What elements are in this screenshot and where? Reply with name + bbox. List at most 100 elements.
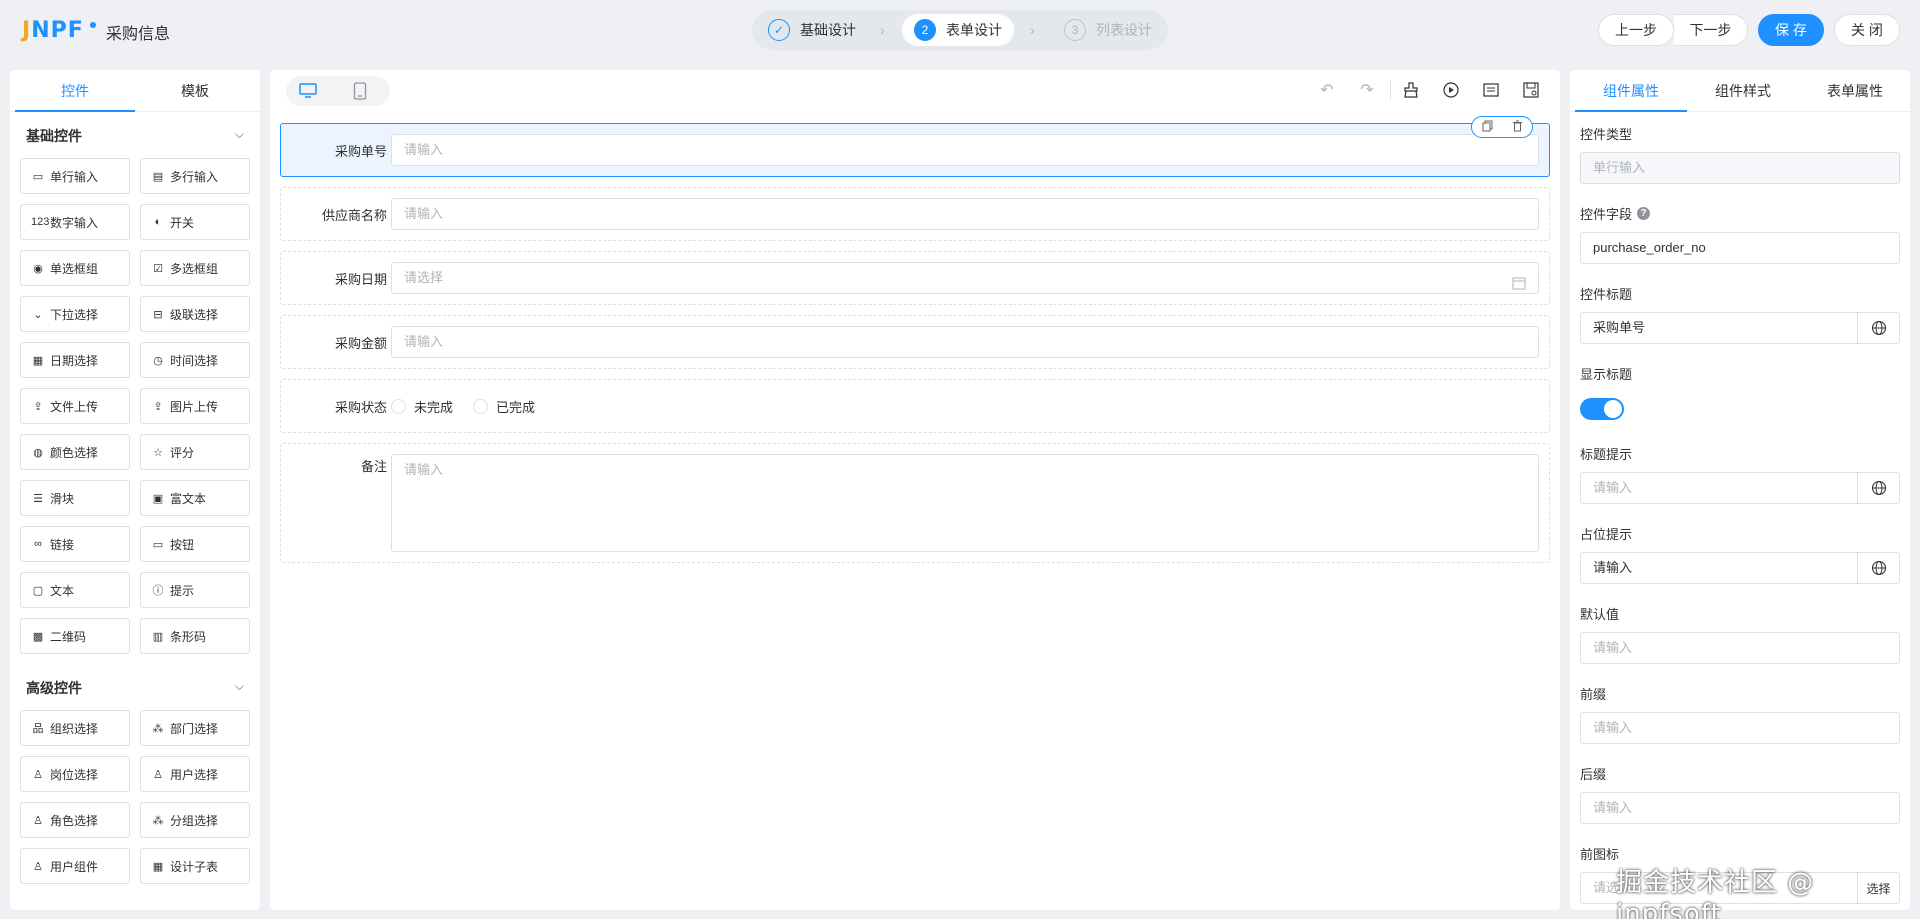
date-picker[interactable]: 请选择 — [391, 262, 1539, 294]
globe-icon[interactable] — [1858, 312, 1900, 344]
component-item-角色选择[interactable]: ♙ 角色选择 — [20, 802, 130, 838]
component-icon: ∞ — [34, 538, 42, 550]
component-item-开关[interactable]: ◐ 开关 — [140, 204, 250, 240]
desktop-icon[interactable] — [298, 81, 318, 101]
property-panel: 组件属性 组件样式 表单属性 控件类型 单行输入 控件字段? purchase_… — [1570, 70, 1910, 910]
component-item-时间选择[interactable]: ◷ 时间选择 — [140, 342, 250, 378]
component-item-级联选择[interactable]: ⊟ 级联选择 — [140, 296, 250, 332]
component-item-分组选择[interactable]: ⁂ 分组选择 — [140, 802, 250, 838]
step-basic-design[interactable]: ✓ 基础设计 — [756, 14, 868, 46]
component-icon: ▭ — [32, 170, 44, 183]
step-list-design[interactable]: 3 列表设计 — [1052, 14, 1164, 46]
component-label: 图片上传 — [170, 399, 219, 414]
placeholder-input[interactable]: 请输入 — [1580, 552, 1858, 584]
component-item-评分[interactable]: ☆ 评分 — [140, 434, 250, 470]
globe-icon[interactable] — [1858, 552, 1900, 584]
component-item-下拉选择[interactable]: ⌄ 下拉选择 — [20, 296, 130, 332]
form-row[interactable]: 备注 请输入 — [280, 443, 1550, 563]
component-item-文本[interactable]: ▢ 文本 — [20, 572, 130, 608]
form-row[interactable]: 供应商名称 请输入 — [280, 187, 1550, 241]
copy-icon[interactable] — [1482, 120, 1493, 135]
json-icon[interactable] — [1481, 80, 1501, 100]
title-input[interactable]: 采购单号 — [1580, 312, 1858, 344]
component-label: 分组选择 — [170, 813, 219, 828]
component-icon: ▦ — [152, 860, 164, 873]
clear-icon[interactable] — [1401, 80, 1421, 100]
component-item-数字输入[interactable]: 123 数字输入 — [20, 204, 130, 240]
component-item-按钮[interactable]: ▭ 按钮 — [140, 526, 250, 562]
form-row-label: 采购单号 — [334, 144, 387, 159]
component-item-用户组件[interactable]: ♙ 用户组件 — [20, 848, 130, 884]
component-icon: ▦ — [32, 354, 44, 367]
chevron-down-icon[interactable]: ⌵ — [235, 127, 244, 142]
type-label: 控件类型 — [1580, 127, 1633, 142]
basic-group-title: 基础控件 — [26, 128, 82, 144]
show-title-switch[interactable] — [1580, 398, 1624, 420]
tab-component-props[interactable]: 组件属性 — [1575, 70, 1687, 112]
device-toggle — [286, 76, 390, 106]
tab-templates[interactable]: 模板 — [135, 70, 255, 112]
component-label: 多选框组 — [170, 261, 219, 276]
title-tip-input[interactable]: 请输入 — [1580, 472, 1858, 504]
default-input[interactable]: 请输入 — [1580, 632, 1900, 664]
textarea-field[interactable]: 请输入 — [391, 454, 1539, 552]
preview-icon[interactable] — [1441, 80, 1461, 100]
radio-circle — [391, 399, 406, 414]
component-item-提示[interactable]: ⓘ 提示 — [140, 572, 250, 608]
component-item-颜色选择[interactable]: ◍ 颜色选择 — [20, 434, 130, 470]
component-icon: ☆ — [153, 446, 163, 459]
component-item-单选框组[interactable]: ◉ 单选框组 — [20, 250, 130, 286]
component-item-富文本[interactable]: ▣ 富文本 — [140, 480, 250, 516]
redo-icon[interactable]: ↷ — [1357, 80, 1377, 100]
placeholder-text: 请输入 — [404, 334, 444, 349]
component-item-条形码[interactable]: ▥ 条形码 — [140, 618, 250, 654]
prefix-icon-label: 前图标 — [1580, 847, 1620, 862]
prefix-input[interactable]: 请输入 — [1580, 712, 1900, 744]
component-item-多选框组[interactable]: ☑ 多选框组 — [140, 250, 250, 286]
component-item-日期选择[interactable]: ▦ 日期选择 — [20, 342, 130, 378]
text-field[interactable]: 请输入 — [391, 326, 1539, 358]
radio-option[interactable]: 未完成 — [391, 397, 453, 416]
component-item-二维码[interactable]: ▩ 二维码 — [20, 618, 130, 654]
component-item-文件上传[interactable]: ⇪ 文件上传 — [20, 388, 130, 424]
tab-form-props[interactable]: 表单属性 — [1799, 70, 1910, 112]
field-input[interactable]: purchase_order_no — [1580, 232, 1900, 264]
form-row[interactable]: 采购单号 请输入 — [280, 116, 1550, 177]
save-button[interactable]: 保 存 — [1758, 14, 1824, 46]
component-icon: ⌄ — [33, 308, 43, 321]
component-item-用户选择[interactable]: ♙ 用户选择 — [140, 756, 250, 792]
component-item-岗位选择[interactable]: ♙ 岗位选择 — [20, 756, 130, 792]
step-form-design[interactable]: 2 表单设计 — [902, 14, 1014, 46]
component-item-设计子表[interactable]: ▦ 设计子表 — [140, 848, 250, 884]
placeholder-text: 请选择 — [404, 270, 444, 285]
component-item-单行输入[interactable]: ▭ 单行输入 — [20, 158, 130, 194]
advanced-group-title: 高级控件 — [26, 680, 82, 696]
text-field[interactable]: 请输入 — [391, 198, 1539, 230]
form-row[interactable]: 采购金额 请输入 — [280, 315, 1550, 369]
component-item-链接[interactable]: ∞ 链接 — [20, 526, 130, 562]
undo-icon[interactable]: ↶ — [1317, 80, 1337, 100]
form-row[interactable]: 采购日期 请选择 — [280, 251, 1550, 305]
suffix-input[interactable]: 请输入 — [1580, 792, 1900, 824]
tab-components[interactable]: 控件 — [15, 70, 135, 112]
component-item-组织选择[interactable]: 品组织选择 — [20, 710, 130, 746]
globe-icon[interactable] — [1858, 472, 1900, 504]
help-icon[interactable]: ? — [1637, 207, 1651, 220]
component-item-多行输入[interactable]: ▤ 多行输入 — [140, 158, 250, 194]
text-field[interactable]: 请输入 — [391, 134, 1539, 166]
component-label: 设计子表 — [170, 859, 219, 874]
radio-option[interactable]: 已完成 — [473, 397, 535, 416]
close-button[interactable]: 关 闭 — [1834, 14, 1900, 46]
component-item-部门选择[interactable]: ⁂ 部门选择 — [140, 710, 250, 746]
save-draft-icon[interactable] — [1521, 80, 1541, 100]
form-row[interactable]: 采购状态 未完成 已完成 — [280, 379, 1550, 433]
delete-icon[interactable] — [1512, 120, 1523, 135]
component-label: 颜色选择 — [50, 445, 99, 460]
component-item-滑块[interactable]: ☰ 滑块 — [20, 480, 130, 516]
component-item-图片上传[interactable]: ⇪ 图片上传 — [140, 388, 250, 424]
tab-component-style[interactable]: 组件样式 — [1687, 70, 1799, 112]
tablet-icon[interactable] — [350, 81, 370, 101]
prev-step-button[interactable]: 上一步 — [1598, 14, 1674, 46]
chevron-down-icon[interactable]: ⌵ — [235, 679, 244, 694]
next-step-button[interactable]: 下一步 — [1674, 14, 1748, 46]
